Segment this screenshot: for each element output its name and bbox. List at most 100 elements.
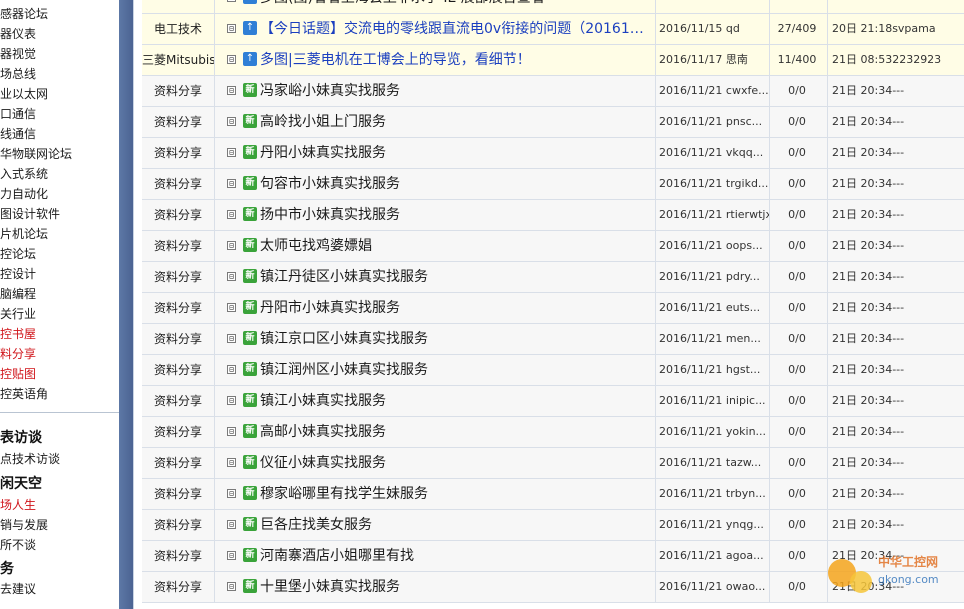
topic-author[interactable]: 2016/11/21 trgikd... [656,169,770,199]
sidebar-forum-link[interactable]: 华物联网论坛 [0,145,72,162]
topic-last-post[interactable]: 21日 20:34--- [828,448,964,478]
sidebar-forum-link[interactable]: 控论坛 [0,245,36,262]
topic-last-post[interactable]: 21日 20:34--- [828,231,964,261]
topic-forum-link[interactable]: 资料分享 [142,231,215,261]
topic-forum-link[interactable]: 资料分享 [142,76,215,106]
topic-title-link[interactable]: 【今日话题】交流电的零线跟直流电0v衔接的问题（20161124） [260,14,652,44]
topic-forum-link[interactable]: 资料分享 [142,479,215,509]
topic-title-link[interactable]: 太师屯找鸡婆嫖娼 [260,231,372,261]
topic-forum-link[interactable]: 资料分享 [142,386,215,416]
topic-title-link[interactable]: 仪征小妹真实找服务 [260,448,386,478]
topic-title-link[interactable]: 多图(图)看看上海会上非水手 IE 展部展台查看 [260,0,545,13]
topic-forum-link[interactable]: 资料分享 [142,541,215,571]
sidebar-forum-link[interactable]: 控贴图 [0,365,36,382]
topic-last-post[interactable]: 21日 20:34--- [828,262,964,292]
topic-author[interactable]: 2016/11/17 思南 [656,45,770,75]
topic-title-link[interactable]: 河南寨酒店小姐哪里有找 [260,541,414,571]
expand-icon[interactable]: ⊟ [227,179,236,188]
topic-author[interactable]: 2016/11/21 pdry... [656,262,770,292]
expand-icon[interactable]: ⊟ [227,396,236,405]
topic-last-post[interactable]: 21日 20:34--- [828,169,964,199]
expand-icon[interactable]: ⊟ [227,365,236,374]
topic-author[interactable] [656,0,770,13]
topic-forum-link[interactable]: 资料分享 [142,138,215,168]
topic-author[interactable]: 2016/11/21 tazw... [656,448,770,478]
expand-icon[interactable]: ⊟ [227,272,236,281]
topic-last-post[interactable]: 21日 20:34--- [828,76,964,106]
topic-title-link[interactable]: 扬中市小妹真实找服务 [260,200,400,230]
topic-last-post[interactable]: 21日 20:34--- [828,386,964,416]
topic-title-link[interactable]: 丹阳市小妹真实找服务 [260,293,400,323]
expand-icon[interactable]: ⊟ [227,0,236,2]
topic-author[interactable]: 2016/11/21 hgst... [656,355,770,385]
topic-author[interactable]: 2016/11/15 qd [656,14,770,44]
expand-icon[interactable]: ⊟ [227,582,236,591]
topic-title-link[interactable]: 十里堡小妹真实找服务 [260,572,400,602]
sidebar-forum-link[interactable]: 线通信 [0,125,36,142]
topic-last-post[interactable] [828,0,964,13]
topic-author[interactable]: 2016/11/21 men... [656,324,770,354]
expand-icon[interactable]: ⊟ [227,241,236,250]
topic-title-link[interactable]: 冯家峪小妹真实找服务 [260,76,400,106]
sidebar-forum-link[interactable]: 场人生 [0,496,36,513]
topic-title-link[interactable]: 镇江小妹真实找服务 [260,386,386,416]
sidebar-forum-link[interactable]: 所不谈 [0,536,36,553]
topic-forum-link[interactable] [142,0,215,13]
topic-forum-link[interactable]: 资料分享 [142,448,215,478]
sidebar-forum-link[interactable]: 器仪表 [0,25,36,42]
topic-last-post[interactable]: 21日 20:34--- [828,417,964,447]
topic-forum-link[interactable]: 资料分享 [142,510,215,540]
sidebar-forum-link[interactable]: 料分享 [0,345,36,362]
sidebar-forum-link[interactable]: 业以太网 [0,85,48,102]
topic-title-link[interactable]: 丹阳小妹真实找服务 [260,138,386,168]
topic-last-post[interactable]: 21日 20:34--- [828,324,964,354]
topic-title-link[interactable]: 镇江丹徒区小妹真实找服务 [260,262,428,292]
topic-author[interactable]: 2016/11/21 vkqq... [656,138,770,168]
sidebar-forum-link[interactable]: 器视觉 [0,45,36,62]
sidebar-forum-link[interactable]: 销与发展 [0,516,48,533]
expand-icon[interactable]: ⊟ [227,520,236,529]
expand-icon[interactable]: ⊟ [227,458,236,467]
topic-author[interactable]: 2016/11/21 inipic... [656,386,770,416]
topic-forum-link[interactable]: 资料分享 [142,262,215,292]
topic-forum-link[interactable]: 资料分享 [142,355,215,385]
topic-last-post[interactable]: 21日 20:34--- [828,107,964,137]
sidebar-forum-link[interactable]: 脑编程 [0,285,36,302]
topic-forum-link[interactable]: 电工技术 [142,14,215,44]
topic-author[interactable]: 2016/11/21 oops... [656,231,770,261]
sidebar-divider-bar[interactable] [119,0,133,609]
topic-last-post[interactable]: 21日 20:34--- [828,510,964,540]
sidebar-forum-link[interactable]: 控英语角 [0,385,48,402]
topic-title-link[interactable]: 高岭找小姐上门服务 [260,107,386,137]
topic-title-link[interactable]: 句容市小妹真实找服务 [260,169,400,199]
topic-author[interactable]: 2016/11/21 yokin... [656,417,770,447]
topic-forum-link[interactable]: 资料分享 [142,572,215,602]
sidebar-forum-link[interactable]: 点技术访谈 [0,450,60,467]
topic-forum-link[interactable]: 资料分享 [142,200,215,230]
topic-author[interactable]: 2016/11/21 ynqg... [656,510,770,540]
sidebar-forum-link[interactable]: 图设计软件 [0,205,60,222]
topic-forum-link[interactable]: 资料分享 [142,324,215,354]
topic-title-link[interactable]: 镇江京口区小妹真实找服务 [260,324,428,354]
sidebar-forum-link[interactable]: 场总线 [0,65,36,82]
topic-title-link[interactable]: 多图|三菱电机在工博会上的导览，看细节！ [260,45,531,75]
expand-icon[interactable]: ⊟ [227,489,236,498]
topic-last-post[interactable]: 21日 20:34--- [828,355,964,385]
topic-last-post[interactable]: 21日 20:34--- [828,200,964,230]
topic-author[interactable]: 2016/11/21 agoa... [656,541,770,571]
topic-author[interactable]: 2016/11/21 euts... [656,293,770,323]
topic-title-link[interactable]: 高邮小妹真实找服务 [260,417,386,447]
sidebar-forum-link[interactable]: 力自动化 [0,185,48,202]
sidebar-forum-link[interactable]: 口通信 [0,105,36,122]
topic-last-post[interactable]: 21日 08:532232923 [828,45,964,75]
expand-icon[interactable]: ⊟ [227,117,236,126]
topic-author[interactable]: 2016/11/21 pnsc... [656,107,770,137]
sidebar-forum-link[interactable]: 关行业 [0,305,36,322]
sidebar-forum-link[interactable]: 感器论坛 [0,5,48,22]
topic-last-post[interactable]: 21日 20:34--- [828,479,964,509]
topic-author[interactable]: 2016/11/21 rtierwtjx [656,200,770,230]
topic-forum-link[interactable]: 资料分享 [142,417,215,447]
sidebar-forum-link[interactable]: 控书屋 [0,325,36,342]
topic-last-post[interactable]: 21日 20:34--- [828,138,964,168]
sidebar-forum-link[interactable]: 去建议 [0,580,36,597]
